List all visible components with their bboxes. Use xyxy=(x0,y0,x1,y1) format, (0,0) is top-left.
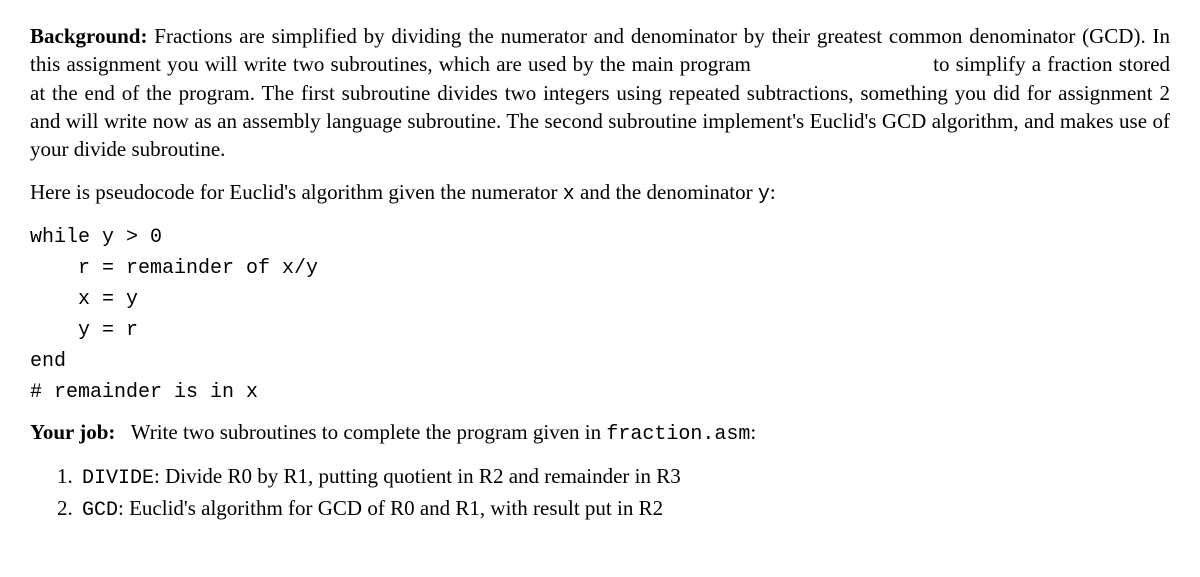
list-item: DIVIDE: Divide R0 by R1, putting quotien… xyxy=(78,462,1170,492)
your-job-label: Your job: xyxy=(30,420,115,444)
background-label: Background: xyxy=(30,24,147,48)
pseudocode-block: while y > 0 r = remainder of x/y x = y y… xyxy=(30,222,1170,408)
background-paragraph: Background: Fractions are simplified by … xyxy=(30,22,1170,164)
subroutine-desc: : Euclid's algorithm for GCD of R0 and R… xyxy=(118,496,663,520)
task-list: DIVIDE: Divide R0 by R1, putting quotien… xyxy=(30,462,1170,524)
subroutine-name: GCD xyxy=(82,499,118,522)
list-item: GCD: Euclid's algorithm for GCD of R0 an… xyxy=(78,494,1170,524)
pseudocode-intro: Here is pseudocode for Euclid's algorith… xyxy=(30,178,1170,208)
subroutine-desc: : Divide R0 by R1, putting quotient in R… xyxy=(154,464,681,488)
pseudo-text-b: and the denominator xyxy=(575,180,758,204)
filename: fraction.asm xyxy=(606,423,750,446)
pseudo-text-a: Here is pseudocode for Euclid's algorith… xyxy=(30,180,563,204)
variable-y: y xyxy=(758,183,770,206)
variable-x: x xyxy=(563,183,575,206)
your-job-text-a: Write two subroutines to complete the pr… xyxy=(131,420,607,444)
pseudo-text-c: : xyxy=(770,180,776,204)
your-job-text-b: : xyxy=(750,420,756,444)
your-job-paragraph: Your job: Write two subroutines to compl… xyxy=(30,418,1170,448)
subroutine-name: DIVIDE xyxy=(82,467,154,490)
